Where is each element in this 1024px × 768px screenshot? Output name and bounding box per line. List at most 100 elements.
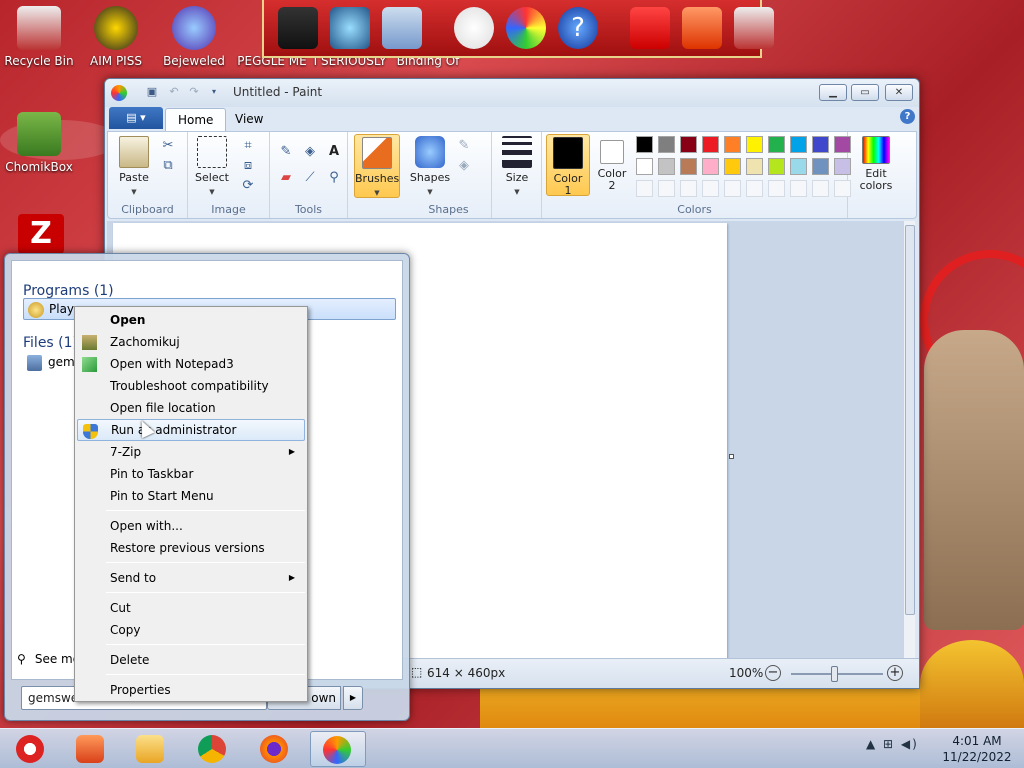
palette-swatch[interactable] [636, 136, 653, 153]
palette-swatch[interactable] [658, 158, 675, 175]
cut-icon[interactable]: ✂ [158, 136, 178, 156]
palette-swatch[interactable] [812, 158, 829, 175]
context-menu-item[interactable]: Open with... [77, 515, 305, 537]
tab-view[interactable]: View [223, 108, 275, 131]
dock-network-icon[interactable] [330, 7, 370, 49]
brushes-button[interactable]: Brushes ▼ [354, 134, 400, 198]
rotate-icon[interactable]: ⟳ [238, 176, 258, 196]
zoom-in-button[interactable]: + [887, 665, 903, 681]
context-menu-item[interactable]: Cut [77, 597, 305, 619]
dock-recycle-bin-icon[interactable] [734, 7, 774, 49]
palette-swatch[interactable] [812, 136, 829, 153]
custom-color-slot[interactable] [812, 180, 829, 197]
taskbar-firefox[interactable] [248, 731, 298, 767]
context-menu-item[interactable]: Delete [77, 649, 305, 671]
minimize-button[interactable]: ▁ [819, 84, 847, 101]
start-button[interactable] [4, 731, 54, 767]
pencil-icon[interactable]: ✎ [276, 142, 296, 162]
dock-windows-update-icon[interactable] [506, 7, 546, 49]
palette-swatch[interactable] [702, 158, 719, 175]
desktop-icon-recycle-bin[interactable]: Recycle Bin [1, 6, 77, 68]
dock-gift-icon[interactable] [630, 7, 670, 49]
undo-icon[interactable]: ↶ [167, 85, 181, 99]
palette-swatch[interactable] [768, 158, 785, 175]
context-menu-item[interactable]: Troubleshoot compatibility [77, 375, 305, 397]
dock-snowman-icon[interactable] [454, 7, 494, 49]
shapes-button[interactable]: Shapes ▼ [408, 136, 452, 198]
outline-icon[interactable]: ✎ [454, 136, 474, 156]
shutdown-options-arrow[interactable]: ▶ [343, 686, 363, 710]
desktop-icon-aim[interactable]: AIM PISS [78, 6, 154, 68]
close-button[interactable]: ✕ [885, 84, 913, 101]
system-tray[interactable]: ▲ ⊞ ◀) [866, 737, 919, 751]
palette-swatch[interactable] [790, 158, 807, 175]
eraser-icon[interactable]: ▰ [276, 168, 296, 188]
color1-button[interactable]: Color 1 [546, 134, 590, 197]
custom-color-slot[interactable] [768, 180, 785, 197]
palette-swatch[interactable] [790, 136, 807, 153]
paste-button[interactable]: Paste ▼ [112, 136, 156, 198]
custom-color-slot[interactable] [658, 180, 675, 197]
size-button[interactable]: Size ▼ [495, 136, 539, 198]
custom-color-slot[interactable] [702, 180, 719, 197]
zoom-out-button[interactable]: − [765, 665, 781, 681]
paint-menu-button[interactable]: ▤ ▾ [109, 107, 163, 129]
help-icon[interactable]: ? [900, 109, 915, 124]
scrollbar-thumb[interactable] [905, 225, 915, 615]
dock-folder-icon[interactable] [682, 7, 722, 49]
resize-icon[interactable]: ⧈ [238, 156, 258, 176]
context-menu-item[interactable]: Send to ▶ [77, 567, 305, 589]
taskbar-chrome[interactable] [186, 731, 236, 767]
dock-help-icon[interactable]: ? [558, 7, 598, 49]
desktop-icon-chomikbox[interactable]: ChomikBox [1, 112, 77, 174]
select-button[interactable]: Select ▼ [190, 136, 234, 198]
paint-app-icon[interactable] [111, 85, 127, 101]
maximize-button[interactable]: ▭ [851, 84, 879, 101]
color2-button[interactable]: Color 2 [590, 134, 634, 192]
redo-icon[interactable]: ↷ [187, 85, 201, 99]
magnifier-icon[interactable]: ⚲ [324, 168, 344, 188]
save-icon[interactable]: ▣ [145, 85, 159, 99]
vertical-scrollbar[interactable] [903, 221, 915, 659]
palette-swatch[interactable] [636, 158, 653, 175]
dock-control-panel-icon[interactable] [382, 7, 422, 49]
zoom-slider-thumb[interactable] [831, 666, 838, 682]
copy-icon[interactable]: ⧉ [158, 156, 178, 176]
custom-color-slot[interactable] [790, 180, 807, 197]
context-menu-item[interactable]: Open file location [77, 397, 305, 419]
palette-swatch[interactable] [658, 136, 675, 153]
customize-qat-icon[interactable]: ▾ [207, 85, 221, 99]
context-menu-item[interactable]: Pin to Taskbar [77, 463, 305, 485]
custom-color-slot[interactable] [724, 180, 741, 197]
context-menu-item[interactable]: Copy [77, 619, 305, 641]
canvas-resize-handle[interactable] [729, 454, 734, 459]
custom-color-slot[interactable] [746, 180, 763, 197]
crop-icon[interactable]: ⌗ [238, 136, 258, 156]
palette-swatch[interactable] [724, 158, 741, 175]
fill-icon[interactable]: ◈ [300, 142, 320, 162]
paint-titlebar[interactable]: ▣ ↶ ↷ ▾ Untitled - Paint ▁ ▭ ✕ [105, 79, 919, 107]
custom-color-slot[interactable] [680, 180, 697, 197]
context-menu-item[interactable]: Pin to Start Menu [77, 485, 305, 507]
clock[interactable]: 4:01 AM 11/22/2022 [938, 733, 1016, 765]
zoom-slider[interactable] [791, 666, 883, 682]
taskbar-media-player[interactable] [124, 731, 174, 767]
color-picker-icon[interactable]: ⟋ [300, 168, 320, 188]
context-menu-item[interactable]: Zachomikuj [77, 331, 305, 353]
context-menu-item[interactable]: Restore previous versions [77, 537, 305, 559]
context-menu-item[interactable]: Open with Notepad3 [77, 353, 305, 375]
palette-swatch[interactable] [702, 136, 719, 153]
context-menu-item[interactable]: Open [77, 309, 305, 331]
taskbar-explorer[interactable] [64, 731, 114, 767]
fill-shape-icon[interactable]: ◈ [454, 156, 474, 176]
context-menu-item[interactable]: Properties [77, 679, 305, 701]
edit-colors-button[interactable]: Edit colors [854, 136, 898, 192]
desktop-icon-bejeweled[interactable]: Bejeweled [156, 6, 232, 68]
palette-swatch[interactable] [746, 158, 763, 175]
tab-home[interactable]: Home [165, 108, 227, 131]
palette-swatch[interactable] [680, 158, 697, 175]
custom-color-slot[interactable] [636, 180, 653, 197]
palette-swatch[interactable] [724, 136, 741, 153]
see-more-results-link[interactable]: ⚲ See mo [17, 652, 80, 666]
palette-swatch[interactable] [680, 136, 697, 153]
